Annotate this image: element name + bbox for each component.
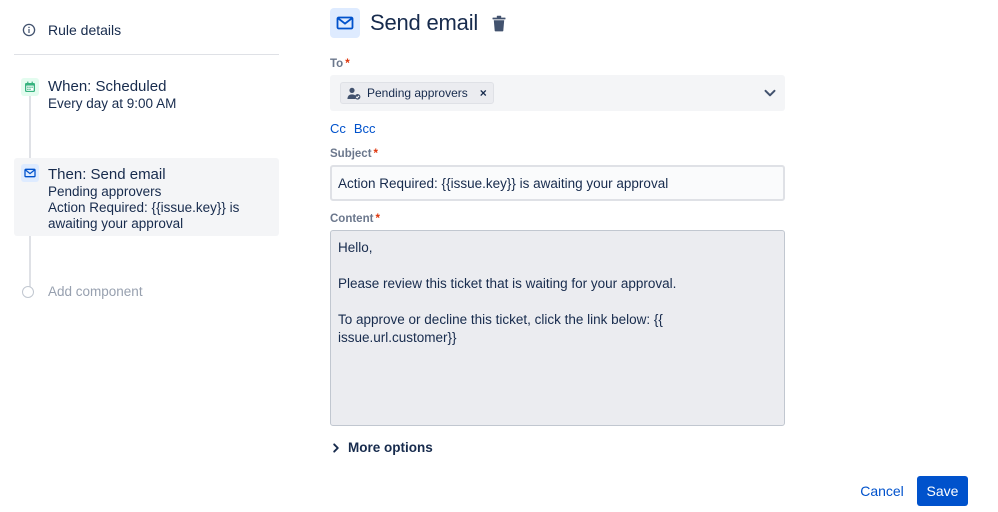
more-options-label: More options <box>348 440 433 455</box>
action-step[interactable]: Then: Send email Pending approvers Actio… <box>14 158 279 236</box>
calendar-icon <box>25 81 35 92</box>
rule-details-label: Rule details <box>48 22 122 38</box>
recipient-tag-label: Pending approvers <box>367 86 468 100</box>
subject-label-text: Subject <box>330 148 372 160</box>
subject-input[interactable] <box>330 165 785 201</box>
mail-icon <box>24 168 36 178</box>
remove-tag-icon[interactable]: × <box>480 86 487 100</box>
content-label: Content * <box>330 213 380 225</box>
save-button[interactable]: Save <box>917 476 968 506</box>
trigger-badge <box>21 78 39 96</box>
to-label-text: To <box>330 58 344 70</box>
action-badge <box>21 164 39 182</box>
user-group-icon <box>347 87 361 100</box>
subject-label: Subject * <box>330 148 378 160</box>
delete-button[interactable] <box>490 14 508 32</box>
mail-icon <box>330 8 360 38</box>
to-label: To * <box>330 58 350 70</box>
content-textarea[interactable]: Hello, Please review this ticket that is… <box>330 230 785 426</box>
chevron-down-icon[interactable] <box>763 86 777 100</box>
cc-link[interactable]: Cc <box>330 121 346 136</box>
action-recipients: Pending approvers <box>48 184 162 199</box>
page-header: Send email <box>330 8 508 38</box>
add-component-dot-icon <box>22 285 34 298</box>
rule-details-link[interactable]: Rule details <box>22 22 121 38</box>
more-options-toggle[interactable]: More options <box>330 440 433 455</box>
bcc-link[interactable]: Bcc <box>354 121 376 136</box>
cancel-button[interactable]: Cancel <box>852 476 912 506</box>
content-label-text: Content <box>330 213 374 225</box>
action-title: Then: Send email <box>48 166 166 183</box>
trash-icon <box>492 15 506 31</box>
add-component-label: Add component <box>48 284 143 299</box>
page-title: Send email <box>370 10 479 35</box>
required-mark: * <box>345 58 350 70</box>
action-subject-line1: Action Required: {{issue.key}} is <box>48 200 240 215</box>
required-mark: * <box>375 213 380 225</box>
sidebar-divider <box>14 54 279 55</box>
action-subject-line2: awaiting your approval <box>48 216 184 231</box>
required-mark: * <box>373 148 379 160</box>
add-component-button[interactable]: Add component <box>22 284 143 299</box>
trigger-title: When: Scheduled <box>48 78 167 95</box>
cc-bcc-links: Cc Bcc <box>330 121 376 136</box>
trigger-step[interactable]: When: Scheduled Every day at 9:00 AM <box>14 72 279 124</box>
to-select[interactable]: Pending approvers × <box>330 75 785 111</box>
recipient-tag: Pending approvers × <box>340 82 494 104</box>
chevron-right-icon <box>333 442 339 453</box>
info-icon <box>22 23 36 37</box>
trigger-subtitle: Every day at 9:00 AM <box>48 96 177 111</box>
